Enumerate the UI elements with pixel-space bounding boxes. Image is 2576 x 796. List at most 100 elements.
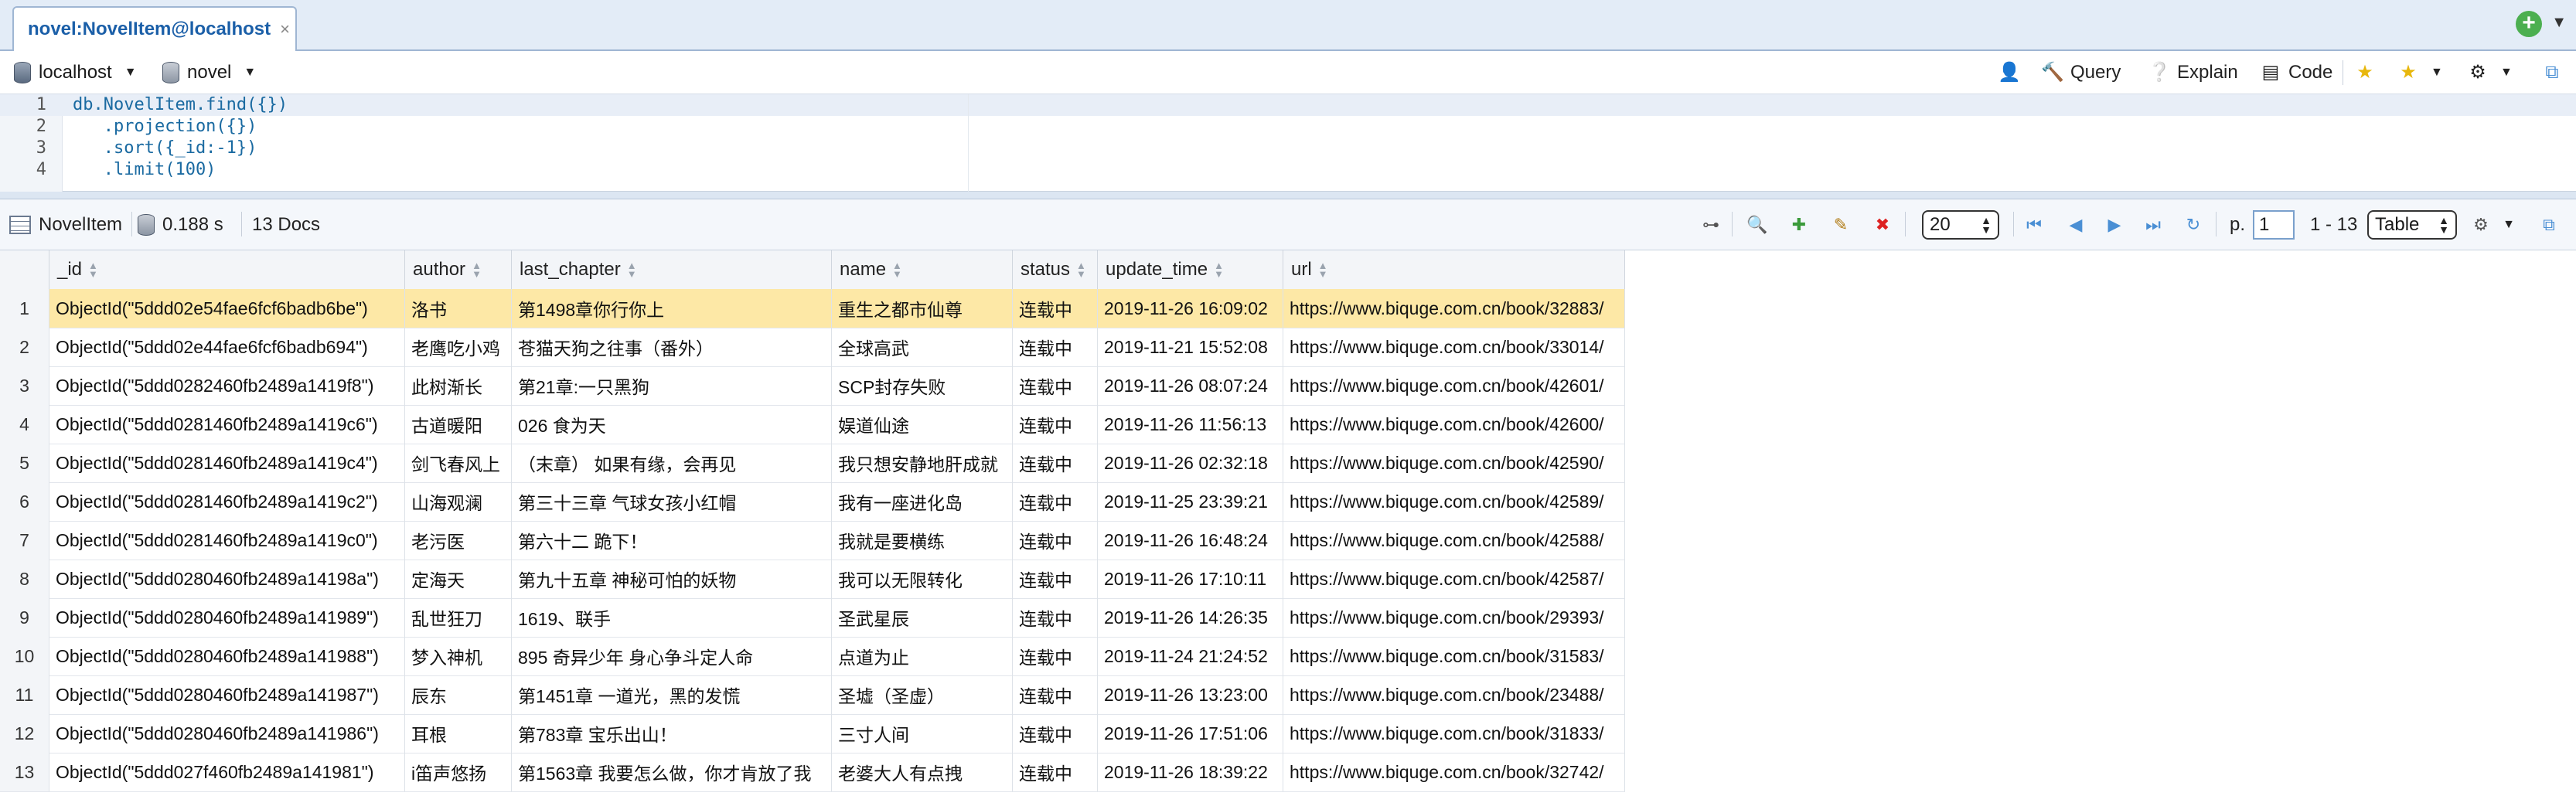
add-favorite-button[interactable]: ★ bbox=[2353, 59, 2377, 87]
cell-id[interactable]: ObjectId("5ddd0280460fb2489a141988") bbox=[49, 637, 405, 675]
delete-document-icon[interactable]: ✖ bbox=[1869, 212, 1896, 238]
add-tab-icon[interactable]: + bbox=[2516, 11, 2542, 37]
cell-id[interactable]: ObjectId("5ddd02e44fae6fcf6badb694") bbox=[49, 328, 405, 366]
cell-id[interactable]: ObjectId("5ddd0282460fb2489a1419f8") bbox=[49, 366, 405, 405]
cell-status[interactable]: 连载中 bbox=[1013, 714, 1098, 753]
cell-status[interactable]: 连载中 bbox=[1013, 482, 1098, 521]
table-row[interactable]: 5 ObjectId("5ddd0281460fb2489a1419c4") 剑飞春… bbox=[0, 444, 1625, 483]
cell-status[interactable]: 连载中 bbox=[1013, 753, 1098, 791]
chevron-down-icon[interactable]: ▼ bbox=[2496, 212, 2522, 238]
maximize-icon[interactable]: ⧉ bbox=[2536, 212, 2562, 238]
cell-name[interactable]: 圣武星辰 bbox=[832, 598, 1013, 637]
cell-last-chapter[interactable]: 第1451章 一道光，黑的发慌 bbox=[512, 675, 832, 714]
cell-update-time[interactable]: 2019-11-24 21:24:52 bbox=[1098, 637, 1283, 675]
cell-update-time[interactable]: 2019-11-26 17:10:11 bbox=[1098, 560, 1283, 598]
table-row[interactable]: 9 ObjectId("5ddd0280460fb2489a141989") 乱世狂… bbox=[0, 598, 1625, 638]
cell-name[interactable]: 我只想安静地肝成就 bbox=[832, 444, 1013, 482]
cell-url[interactable]: https://www.biquge.com.cn/book/31583/ bbox=[1283, 637, 1625, 675]
cell-update-time[interactable]: 2019-11-26 18:39:22 bbox=[1098, 753, 1283, 791]
table-row[interactable]: 10 ObjectId("5ddd0280460fb2489a141988") 梦入… bbox=[0, 637, 1625, 676]
column-header-url[interactable]: url ▲ ▼ bbox=[1283, 250, 1625, 289]
table-row[interactable]: 8 ObjectId("5ddd0280460fb2489a14198a") 定海天… bbox=[0, 560, 1625, 599]
add-document-icon[interactable]: ✚ bbox=[1786, 212, 1812, 238]
cell-author[interactable]: 老鹰吃小鸡 bbox=[405, 328, 512, 366]
cell-last-chapter[interactable]: 1619、联手 bbox=[512, 598, 832, 637]
cell-url[interactable]: https://www.biquge.com.cn/book/42587/ bbox=[1283, 560, 1625, 598]
cell-update-time[interactable]: 2019-11-26 16:09:02 bbox=[1098, 289, 1283, 328]
favorites-button[interactable]: ★ ▼ bbox=[2397, 59, 2443, 87]
database-selector[interactable]: novel ▼ bbox=[162, 59, 256, 87]
cell-last-chapter[interactable]: 第21章:一只黑狗 bbox=[512, 366, 832, 405]
cell-id[interactable]: ObjectId("5ddd027f460fb2489a141981") bbox=[49, 753, 405, 791]
chevron-down-icon[interactable]: ▼ bbox=[2551, 14, 2567, 32]
next-page-icon[interactable]: ▶ bbox=[2101, 212, 2128, 238]
column-header-update-time[interactable]: update_time ▲ ▼ bbox=[1098, 250, 1283, 289]
column-header-status[interactable]: status ▲ ▼ bbox=[1013, 250, 1098, 289]
column-header-id[interactable]: _id ▲ ▼ bbox=[49, 250, 405, 289]
cell-status[interactable]: 连载中 bbox=[1013, 637, 1098, 675]
cell-url[interactable]: https://www.biquge.com.cn/book/31833/ bbox=[1283, 714, 1625, 753]
settings-button[interactable]: ⚙ ▼ bbox=[2466, 59, 2513, 87]
last-page-icon[interactable]: ⏭ bbox=[2140, 212, 2166, 238]
cell-author[interactable]: 古道暖阳 bbox=[405, 405, 512, 444]
cell-id[interactable]: ObjectId("5ddd0281460fb2489a1419c0") bbox=[49, 521, 405, 560]
query-button[interactable]: 🔨 Query bbox=[2041, 59, 2121, 87]
table-row[interactable]: 2 ObjectId("5ddd02e44fae6fcf6badb694") 老鹰吃… bbox=[0, 328, 1625, 367]
cell-last-chapter[interactable]: 第1498章你行你上 bbox=[512, 289, 832, 328]
view-document-icon[interactable]: 🔍 bbox=[1744, 212, 1770, 238]
cell-author[interactable]: 剑飞春风上 bbox=[405, 444, 512, 482]
table-row[interactable]: 1 ObjectId("5ddd02e54fae6fcf6badb6be") 洛书第… bbox=[0, 289, 1625, 328]
cell-status[interactable]: 连载中 bbox=[1013, 366, 1098, 405]
cell-last-chapter[interactable]: 026 食为天 bbox=[512, 405, 832, 444]
cell-update-time[interactable]: 2019-11-26 14:26:35 bbox=[1098, 598, 1283, 637]
cell-status[interactable]: 连载中 bbox=[1013, 328, 1098, 366]
cell-update-time[interactable]: 2019-11-26 08:07:24 bbox=[1098, 366, 1283, 405]
cell-author[interactable]: 老污医 bbox=[405, 521, 512, 560]
cell-id[interactable]: ObjectId("5ddd02e54fae6fcf6badb6be") bbox=[49, 289, 405, 328]
cell-url[interactable]: https://www.biquge.com.cn/book/42600/ bbox=[1283, 405, 1625, 444]
table-row[interactable]: 4 ObjectId("5ddd0281460fb2489a1419c6") 古道暖… bbox=[0, 405, 1625, 444]
cell-update-time[interactable]: 2019-11-26 16:48:24 bbox=[1098, 521, 1283, 560]
cell-author[interactable]: 梦入神机 bbox=[405, 637, 512, 675]
table-row[interactable]: 11 ObjectId("5ddd0280460fb2489a141987") 辰东… bbox=[0, 675, 1625, 715]
cell-id[interactable]: ObjectId("5ddd0280460fb2489a141986") bbox=[49, 714, 405, 753]
host-selector[interactable]: localhost ▼ bbox=[14, 59, 137, 87]
cell-name[interactable]: 娱道仙途 bbox=[832, 405, 1013, 444]
cell-id[interactable]: ObjectId("5ddd0280460fb2489a141989") bbox=[49, 598, 405, 637]
cell-author[interactable]: 此树渐长 bbox=[405, 366, 512, 405]
cell-name[interactable]: 重生之都市仙尊 bbox=[832, 289, 1013, 328]
cell-id[interactable]: ObjectId("5ddd0280460fb2489a14198a") bbox=[49, 560, 405, 598]
explain-button[interactable]: ❔ Explain bbox=[2148, 59, 2238, 87]
cell-last-chapter[interactable]: 第783章 宝乐出山！ bbox=[512, 714, 832, 753]
cell-author[interactable]: 乱世狂刀 bbox=[405, 598, 512, 637]
cell-author[interactable]: 山海观澜 bbox=[405, 482, 512, 521]
cell-url[interactable]: https://www.biquge.com.cn/book/42588/ bbox=[1283, 521, 1625, 560]
column-header-author[interactable]: author ▲ ▼ bbox=[405, 250, 512, 289]
cell-name[interactable]: 我有一座进化岛 bbox=[832, 482, 1013, 521]
user-button[interactable]: 👤 bbox=[1998, 59, 2021, 87]
cell-last-chapter[interactable]: 苍猫天狗之往事（番外） bbox=[512, 328, 832, 366]
cell-status[interactable]: 连载中 bbox=[1013, 289, 1098, 328]
cell-author[interactable]: 耳根 bbox=[405, 714, 512, 753]
table-row[interactable]: 3 ObjectId("5ddd0282460fb2489a1419f8") 此树渐… bbox=[0, 366, 1625, 406]
cell-id[interactable]: ObjectId("5ddd0280460fb2489a141987") bbox=[49, 675, 405, 714]
cell-status[interactable]: 连载中 bbox=[1013, 405, 1098, 444]
cell-url[interactable]: https://www.biquge.com.cn/book/23488/ bbox=[1283, 675, 1625, 714]
cell-status[interactable]: 连载中 bbox=[1013, 444, 1098, 482]
cell-name[interactable]: 三寸人间 bbox=[832, 714, 1013, 753]
cell-id[interactable]: ObjectId("5ddd0281460fb2489a1419c6") bbox=[49, 405, 405, 444]
cell-update-time[interactable]: 2019-11-26 11:56:13 bbox=[1098, 405, 1283, 444]
first-page-icon[interactable]: ⏮ bbox=[2021, 212, 2047, 238]
cell-author[interactable]: 辰东 bbox=[405, 675, 512, 714]
cell-name[interactable]: 圣墟（圣虚） bbox=[832, 675, 1013, 714]
cell-update-time[interactable]: 2019-11-21 15:52:08 bbox=[1098, 328, 1283, 366]
query-editor[interactable]: 1 db.NovelItem.find({}) 2 .projection({}… bbox=[0, 94, 2576, 192]
cell-update-time[interactable]: 2019-11-26 02:32:18 bbox=[1098, 444, 1283, 482]
cell-name[interactable]: 全球高武 bbox=[832, 328, 1013, 366]
cell-name[interactable]: SCP封存失败 bbox=[832, 366, 1013, 405]
cell-last-chapter[interactable]: 第九十五章 神秘可怕的妖物 bbox=[512, 560, 832, 598]
cell-status[interactable]: 连载中 bbox=[1013, 521, 1098, 560]
cell-name[interactable]: 我可以无限转化 bbox=[832, 560, 1013, 598]
cell-author[interactable]: i笛声悠扬 bbox=[405, 753, 512, 791]
pane-splitter[interactable] bbox=[0, 192, 2576, 199]
